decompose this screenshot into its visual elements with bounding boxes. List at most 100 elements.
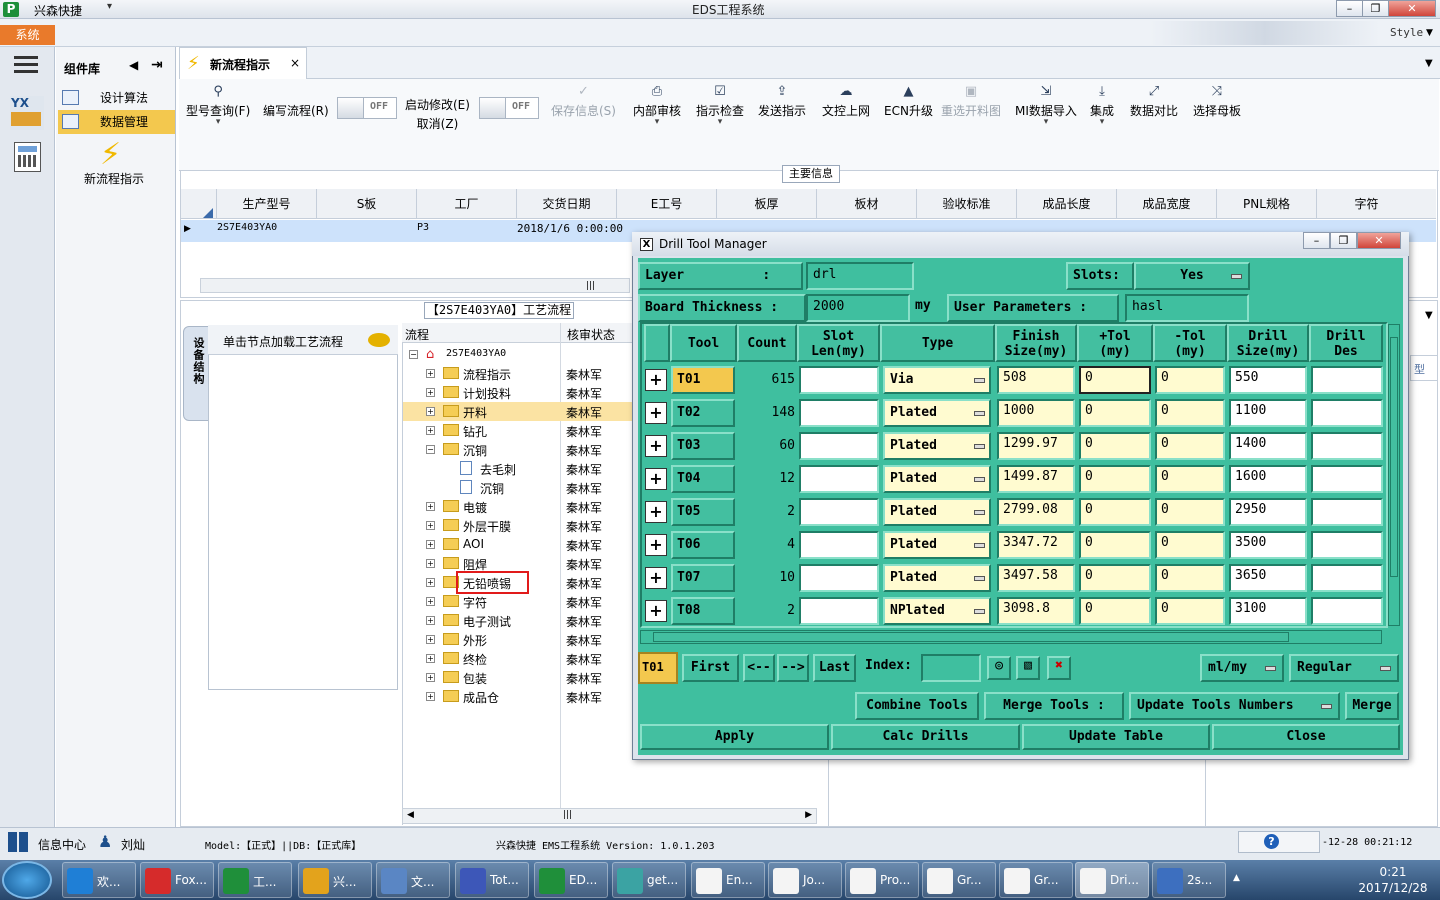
drill-des-field[interactable] xyxy=(1311,498,1383,526)
finish-size-field[interactable]: 2799.08 xyxy=(997,498,1075,526)
tree-node[interactable]: + AOI 秦林军 xyxy=(403,535,633,554)
system-tab[interactable]: 系统 xyxy=(0,25,55,45)
reselect-cutting-button[interactable]: ▣ 重选开料图 xyxy=(941,84,1001,119)
expand-icon[interactable]: + xyxy=(426,616,435,625)
type-dropdown[interactable]: Plated xyxy=(883,498,991,526)
expand-row-icon[interactable]: + xyxy=(645,468,667,490)
tree-node[interactable]: + 流程指示 秦林军 xyxy=(403,364,633,383)
taskbar-item[interactable]: Gr... xyxy=(999,862,1073,898)
tree-hscrollbar[interactable]: ◀ ||| ▶ xyxy=(402,808,817,824)
finish-size-field[interactable]: 1499.87 xyxy=(997,465,1075,493)
type-dropdown[interactable]: Plated xyxy=(883,399,991,427)
drill-size-field[interactable]: 3500 xyxy=(1229,531,1307,559)
sidebar-item-data-management[interactable]: 数据管理 xyxy=(58,110,175,134)
tool-table-vscroll[interactable] xyxy=(1388,324,1400,626)
doc-online-button[interactable]: ☁ 文控上网 xyxy=(822,84,870,119)
col-material[interactable]: 板材 xyxy=(816,189,916,219)
finish-size-field[interactable]: 1299.97 xyxy=(997,432,1075,460)
next-button[interactable]: --> xyxy=(777,654,809,682)
send-instruction-button[interactable]: ⇪ 发送指示 xyxy=(758,84,806,119)
calc-drills-button[interactable]: Calc Drills xyxy=(831,724,1020,750)
lightning-icon[interactable]: ⚡ xyxy=(100,137,121,172)
expand-icon[interactable]: + xyxy=(426,578,435,587)
dtm-minimize-button[interactable]: – xyxy=(1303,232,1330,249)
close-tab-icon[interactable]: × xyxy=(290,56,300,70)
expand-icon[interactable]: + xyxy=(426,369,435,378)
pin-icon[interactable]: ⇥ xyxy=(151,57,163,73)
slot-len-field[interactable] xyxy=(799,432,879,460)
expand-row-icon[interactable]: + xyxy=(645,402,667,424)
type-dropdown[interactable]: NPlated xyxy=(883,597,991,625)
slot-len-field[interactable] xyxy=(799,564,879,592)
tool-cell[interactable]: T07 xyxy=(671,564,735,592)
taskbar-item[interactable]: ED... xyxy=(534,862,608,898)
minus-tol-field[interactable]: 0 xyxy=(1155,366,1225,394)
type-dropdown[interactable]: Via xyxy=(883,366,991,394)
info-center-link[interactable]: 信息中心 xyxy=(38,836,86,853)
load-flow-header[interactable]: 单击节点加载工艺流程 xyxy=(208,325,398,355)
tree-node[interactable]: + 开料 秦林军 xyxy=(403,402,633,421)
cell-factory[interactable]: P3 xyxy=(417,222,429,233)
expand-icon[interactable]: + xyxy=(426,635,435,644)
col-length[interactable]: 成品长度 xyxy=(1016,189,1116,219)
tree-node[interactable]: + 计划投料 秦林军 xyxy=(403,383,633,402)
sidebar-item-design-algorithm[interactable]: 设计算法 xyxy=(58,86,175,110)
delete-icon[interactable]: ✖ xyxy=(1047,656,1071,680)
taskbar-clock[interactable]: 0:21 2017/12/28 xyxy=(1353,864,1433,896)
minimize-button[interactable]: – xyxy=(1336,0,1363,17)
collapse-root-icon[interactable]: − xyxy=(409,350,418,359)
dtm-close-button[interactable]: ✕ xyxy=(1357,232,1401,249)
tool-cell[interactable]: T01 xyxy=(671,366,735,394)
drill-size-field[interactable]: 3100 xyxy=(1229,597,1307,625)
right-panel-tab[interactable]: 型 xyxy=(1410,355,1438,381)
drill-size-field[interactable]: 550 xyxy=(1229,366,1307,394)
tab-list-dropdown-icon[interactable]: ▼ xyxy=(1425,58,1433,69)
finish-size-field[interactable]: 3098.8 xyxy=(997,597,1075,625)
expand-row-icon[interactable]: + xyxy=(645,534,667,556)
tree-node[interactable]: + 外形 秦林军 xyxy=(403,630,633,649)
drill-size-field[interactable]: 3650 xyxy=(1229,564,1307,592)
tree-node[interactable]: + 包装 秦林军 xyxy=(403,668,633,687)
col-production-model[interactable]: 生产型号 xyxy=(216,189,316,219)
merge-button[interactable]: Merge xyxy=(1345,692,1399,720)
style-menu[interactable]: Style xyxy=(1390,26,1423,39)
quick-access-dropdown-icon[interactable]: ▾ xyxy=(107,1,112,12)
start-button[interactable] xyxy=(2,861,52,899)
col-pnl[interactable]: PNL规格 xyxy=(1216,189,1316,219)
cell-model[interactable]: 2S7E403YA0 xyxy=(217,222,277,233)
slot-len-field[interactable] xyxy=(799,366,879,394)
tree-node[interactable]: + 钻孔 秦林军 xyxy=(403,421,633,440)
slot-len-field[interactable] xyxy=(799,399,879,427)
col-thickness[interactable]: 板厚 xyxy=(716,189,816,219)
model-search-button[interactable]: ⚲ 型号查询(F) ▾ xyxy=(186,84,250,127)
drill-size-field[interactable]: 1400 xyxy=(1229,432,1307,460)
yx-app-icon[interactable]: YX xyxy=(10,96,44,130)
expand-icon[interactable]: − xyxy=(426,445,435,454)
drill-des-field[interactable] xyxy=(1311,432,1383,460)
grid-app-icon[interactable] xyxy=(8,832,28,852)
minus-tol-field[interactable]: 0 xyxy=(1155,564,1225,592)
tree-node[interactable]: + 终检 秦林军 xyxy=(403,649,633,668)
tree-node[interactable]: 沉铜 秦林军 xyxy=(403,478,633,497)
col-e-number[interactable]: E工号 xyxy=(616,189,716,219)
tool-cell[interactable]: T08 xyxy=(671,597,735,625)
prev-button[interactable]: <-- xyxy=(743,654,775,682)
type-dropdown[interactable]: Plated xyxy=(883,531,991,559)
horizontal-scrollbar[interactable]: ||| xyxy=(200,278,630,293)
save-info-button[interactable]: ✓ 保存信息(S) xyxy=(551,84,616,119)
apply-button[interactable]: Apply xyxy=(640,724,829,750)
plus-tol-field[interactable]: 0 xyxy=(1079,564,1151,592)
update-table-button[interactable]: Update Table xyxy=(1022,724,1210,750)
internal-review-button[interactable]: ⎙ 内部审核 ▾ xyxy=(633,84,681,127)
integrate-button[interactable]: ⤓ 集成 ▾ xyxy=(1090,84,1114,127)
tree-root[interactable]: 2S7E403YA0 xyxy=(446,348,506,359)
slot-len-field[interactable] xyxy=(799,597,879,625)
update-tools-numbers-dropdown[interactable]: Update Tools Numbers xyxy=(1129,692,1340,720)
expand-row-icon[interactable]: + xyxy=(645,567,667,589)
board-thickness-field[interactable]: 2000 xyxy=(806,294,910,322)
taskbar-item[interactable]: Dri... xyxy=(1075,862,1149,898)
drill-des-field[interactable] xyxy=(1311,564,1383,592)
close-button[interactable]: Close xyxy=(1212,724,1400,750)
combine-tools-button[interactable]: Combine Tools xyxy=(855,692,979,720)
plus-tol-field[interactable]: 0 xyxy=(1079,366,1151,394)
